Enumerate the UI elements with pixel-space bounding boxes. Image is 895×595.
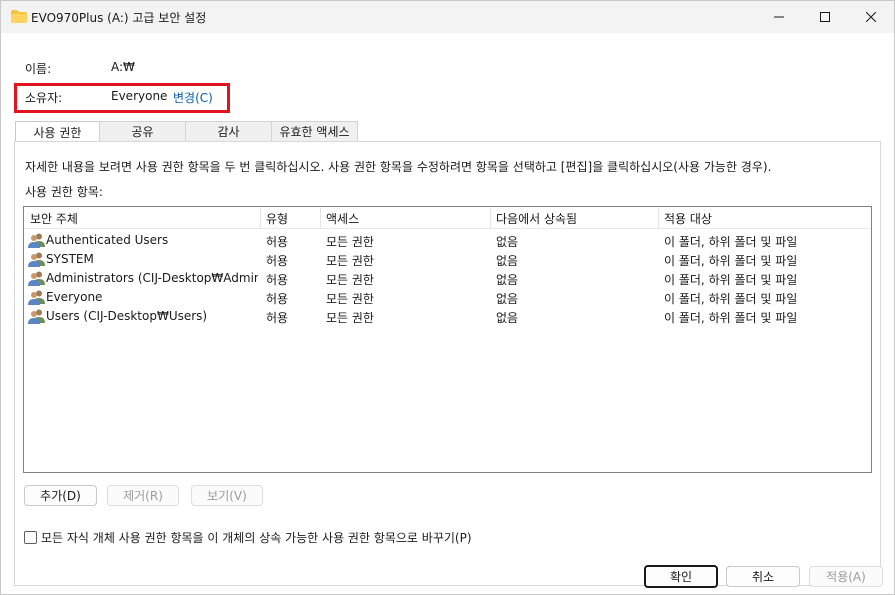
principal-cell: Users (CIJ-Desktop₩Users) — [46, 309, 208, 323]
inherited-cell: 없음 — [496, 235, 519, 249]
list-header: 보안 주체 유형 액세스 다음에서 상속됨 적용 대상 — [24, 207, 871, 229]
view-button[interactable]: 보기(V) — [191, 485, 263, 506]
column-divider[interactable] — [320, 208, 321, 228]
instructions-text: 자세한 내용을 보려면 사용 권한 항목을 두 번 클릭하십시오. 사용 권한 … — [25, 160, 772, 174]
tab-sharing[interactable]: 공유 — [99, 121, 186, 141]
minimize-button[interactable] — [756, 1, 802, 33]
window-title: EVO970Plus (A:) 고급 보안 설정 — [31, 11, 207, 25]
principal-cell: Everyone — [46, 290, 103, 304]
owner-change-link[interactable]: 변경(C) — [173, 89, 213, 106]
title-bar[interactable]: EVO970Plus (A:) 고급 보안 설정 — [1, 1, 894, 33]
tab-strip: 사용 권한 공유 감사 유효한 액세스 — [15, 121, 358, 142]
tab-effective-access[interactable]: 유효한 액세스 — [271, 121, 358, 141]
column-principal[interactable]: 보안 주체 — [30, 210, 78, 227]
applies-to-cell: 이 폴더, 하위 폴더 및 파일 — [664, 292, 798, 306]
column-type[interactable]: 유형 — [266, 210, 288, 227]
applies-to-cell: 이 폴더, 하위 폴더 및 파일 — [664, 311, 798, 325]
inherited-cell: 없음 — [496, 292, 519, 306]
user-group-icon — [28, 309, 45, 324]
tab-auditing[interactable]: 감사 — [185, 121, 272, 141]
cancel-button[interactable]: 취소 — [726, 566, 800, 587]
column-applies-to[interactable]: 적용 대상 — [664, 210, 712, 227]
user-group-icon — [28, 271, 45, 286]
permission-entries-list[interactable]: 보안 주체 유형 액세스 다음에서 상속됨 적용 대상 Authenticate… — [23, 206, 872, 473]
column-inherited-from[interactable]: 다음에서 상속됨 — [496, 210, 577, 227]
column-access[interactable]: 액세스 — [326, 210, 359, 227]
table-row[interactable]: Everyone 허용 모든 권한 없음 이 폴더, 하위 폴더 및 파일 — [24, 288, 871, 307]
applies-to-cell: 이 폴더, 하위 폴더 및 파일 — [664, 254, 798, 268]
principal-cell: SYSTEM — [46, 252, 94, 266]
type-cell: 허용 — [266, 254, 289, 268]
table-row[interactable]: Administrators (CIJ-Desktop₩Adminis... 허… — [24, 269, 871, 288]
access-cell: 모든 권한 — [326, 254, 374, 268]
folder-icon — [11, 10, 27, 23]
owner-label: 소유자: — [25, 91, 63, 105]
replace-child-permissions-checkbox[interactable] — [24, 531, 37, 544]
table-row[interactable]: SYSTEM 허용 모든 권한 없음 이 폴더, 하위 폴더 및 파일 — [24, 250, 871, 269]
ok-button[interactable]: 확인 — [644, 565, 718, 588]
entries-label: 사용 권한 항목: — [25, 185, 103, 199]
access-cell: 모든 권한 — [326, 273, 374, 287]
type-cell: 허용 — [266, 235, 289, 249]
remove-button[interactable]: 제거(R) — [107, 485, 179, 506]
advanced-security-window: EVO970Plus (A:) 고급 보안 설정 이름: A:₩ 소유자: Ev… — [0, 0, 895, 595]
name-value: A:₩ — [111, 60, 135, 74]
replace-child-permissions-label[interactable]: 모든 자식 개체 사용 권한 항목을 이 개체의 상속 가능한 사용 권한 항목… — [41, 529, 472, 546]
applies-to-cell: 이 폴더, 하위 폴더 및 파일 — [664, 235, 798, 249]
type-cell: 허용 — [266, 311, 289, 325]
close-button[interactable] — [848, 1, 894, 33]
apply-button[interactable]: 적용(A) — [809, 566, 883, 587]
add-button[interactable]: 추가(D) — [24, 485, 97, 506]
applies-to-cell: 이 폴더, 하위 폴더 및 파일 — [664, 273, 798, 287]
maximize-button[interactable] — [802, 1, 848, 33]
principal-cell: Authenticated Users — [46, 233, 169, 247]
access-cell: 모든 권한 — [326, 311, 374, 325]
table-row[interactable]: Authenticated Users 허용 모든 권한 없음 이 폴더, 하위… — [24, 231, 871, 250]
maximize-icon — [820, 12, 830, 22]
close-icon — [866, 12, 876, 22]
access-cell: 모든 권한 — [326, 292, 374, 306]
dialog-body: 이름: A:₩ 소유자: Everyone 변경(C) 사용 권한 공유 감사 … — [1, 33, 894, 594]
owner-value: Everyone — [111, 89, 168, 103]
table-row[interactable]: Users (CIJ-Desktop₩Users) 허용 모든 권한 없음 이 … — [24, 307, 871, 326]
inherited-cell: 없음 — [496, 311, 519, 325]
column-divider[interactable] — [658, 208, 659, 228]
minimize-icon — [774, 16, 784, 18]
tab-permissions[interactable]: 사용 권한 — [15, 121, 100, 142]
access-cell: 모든 권한 — [326, 235, 374, 249]
inherited-cell: 없음 — [496, 254, 519, 268]
user-group-icon — [28, 252, 45, 267]
type-cell: 허용 — [266, 292, 289, 306]
principal-cell: Administrators (CIJ-Desktop₩Adminis... — [46, 271, 258, 285]
user-group-icon — [28, 290, 45, 305]
type-cell: 허용 — [266, 273, 289, 287]
inherited-cell: 없음 — [496, 273, 519, 287]
name-label: 이름: — [25, 62, 52, 76]
column-divider[interactable] — [490, 208, 491, 228]
column-divider[interactable] — [260, 208, 261, 228]
user-group-icon — [28, 233, 45, 248]
